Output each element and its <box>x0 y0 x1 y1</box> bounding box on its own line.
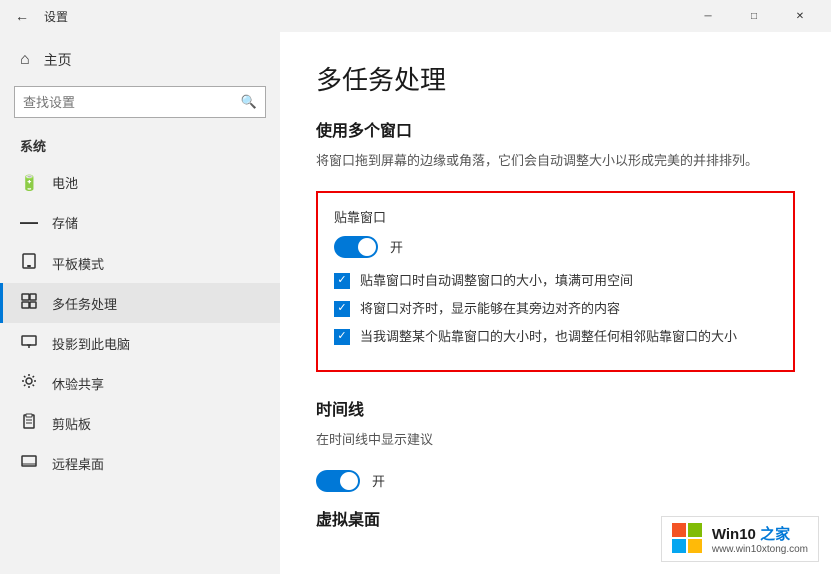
checkmark-icon: ✓ <box>337 303 346 314</box>
restore-button[interactable]: □ <box>731 0 777 32</box>
checkbox-label-2: 将窗口对齐时，显示能够在其旁边对齐的内容 <box>360 300 620 318</box>
project-icon <box>20 333 38 353</box>
checkbox-label-3: 当我调整某个贴靠窗口的大小时，也调整任何相邻贴靠窗口的大小 <box>360 328 737 346</box>
watermark-line1: Win10 之家 <box>712 523 808 544</box>
search-input[interactable] <box>23 95 241 110</box>
sidebar-item-project[interactable]: 投影到此电脑 <box>0 323 280 363</box>
sidebar-item-experience[interactable]: 休验共享 <box>0 363 280 403</box>
titlebar: ← 设置 ─ □ ✕ <box>0 0 831 32</box>
main-container: ⌂ 主页 🔍 系统 🔋 电池 — 存储 平板模式 <box>0 32 831 574</box>
restore-icon: □ <box>751 11 757 22</box>
sidebar-item-tablet[interactable]: 平板模式 <box>0 243 280 283</box>
sidebar-section-title: 系统 <box>0 132 280 163</box>
timeline-toggle-row: 开 <box>316 470 795 492</box>
snap-toggle-label: 开 <box>390 237 403 256</box>
watermark-text: Win10 之家 www.win10xtong.com <box>712 523 808 555</box>
sidebar-item-remote[interactable]: 远程桌面 <box>0 443 280 483</box>
timeline-toggle[interactable] <box>316 470 360 492</box>
sidebar-item-label: 电池 <box>52 173 78 192</box>
multitask-icon <box>20 293 38 313</box>
sidebar-item-label: 平板模式 <box>52 254 104 273</box>
titlebar-buttons: ─ □ ✕ <box>685 0 823 32</box>
checkbox-row-2: ✓ 将窗口对齐时，显示能够在其旁边对齐的内容 <box>334 300 777 318</box>
tablet-icon <box>20 253 38 273</box>
timeline-toggle-label: 开 <box>372 471 385 490</box>
sidebar-item-multitask[interactable]: 多任务处理 <box>0 283 280 323</box>
remote-icon <box>20 453 38 473</box>
content-area: 多任务处理 使用多个窗口 将窗口拖到屏幕的边缘或角落，它们会自动调整大小以形成完… <box>280 32 831 574</box>
sidebar-item-home[interactable]: ⌂ 主页 <box>0 40 280 80</box>
sidebar-item-clipboard[interactable]: 剪贴板 <box>0 403 280 443</box>
minimize-icon: ─ <box>704 11 711 22</box>
sidebar-item-label: 多任务处理 <box>52 294 117 313</box>
checkmark-icon: ✓ <box>337 331 346 342</box>
minimize-button[interactable]: ─ <box>685 0 731 32</box>
checkbox-row-3: ✓ 当我调整某个贴靠窗口的大小时，也调整任何相邻贴靠窗口的大小 <box>334 328 777 346</box>
snap-box-title: 贴靠窗口 <box>334 207 777 226</box>
page-title: 多任务处理 <box>316 60 795 97</box>
checkbox-row-1: ✓ 贴靠窗口时自动调整窗口的大小，填满可用空间 <box>334 272 777 290</box>
sidebar: ⌂ 主页 🔍 系统 🔋 电池 — 存储 平板模式 <box>0 32 280 574</box>
back-button[interactable]: ← <box>8 2 36 30</box>
checkbox-label-1: 贴靠窗口时自动调整窗口的大小，填满可用空间 <box>360 272 633 290</box>
checkbox-3[interactable]: ✓ <box>334 329 350 345</box>
storage-icon: — <box>20 212 38 233</box>
multi-window-desc: 将窗口拖到屏幕的边缘或角落，它们会自动调整大小以形成完美的并排排列。 <box>316 151 795 171</box>
snap-toggle[interactable] <box>334 236 378 258</box>
sidebar-item-storage[interactable]: — 存储 <box>0 202 280 243</box>
sidebar-item-battery[interactable]: 🔋 电池 <box>0 163 280 202</box>
windows-logo-icon <box>672 523 704 555</box>
close-button[interactable]: ✕ <box>777 0 823 32</box>
snap-toggle-row: 开 <box>334 236 777 258</box>
home-icon: ⌂ <box>20 51 30 69</box>
clipboard-icon <box>20 413 38 433</box>
sidebar-item-label: 投影到此电脑 <box>52 334 130 353</box>
sidebar-item-label: 存储 <box>52 213 78 232</box>
experience-icon <box>20 373 38 393</box>
sidebar-item-label: 远程桌面 <box>52 454 104 473</box>
search-box[interactable]: 🔍 <box>14 86 266 118</box>
timeline-title: 时间线 <box>316 396 795 420</box>
battery-icon: 🔋 <box>20 174 38 192</box>
watermark: Win10 之家 www.win10xtong.com <box>661 516 819 562</box>
close-icon: ✕ <box>796 11 804 22</box>
watermark-highlight: 之家 <box>760 526 790 543</box>
snap-box: 贴靠窗口 开 ✓ 贴靠窗口时自动调整窗口的大小，填满可用空间 ✓ 将窗口对齐时，… <box>316 191 795 373</box>
checkbox-2[interactable]: ✓ <box>334 301 350 317</box>
titlebar-title: 设置 <box>44 8 68 25</box>
checkmark-icon: ✓ <box>337 275 346 286</box>
checkbox-1[interactable]: ✓ <box>334 273 350 289</box>
search-icon: 🔍 <box>241 94 257 110</box>
sidebar-home-label: 主页 <box>44 50 72 70</box>
sidebar-item-label: 剪贴板 <box>52 414 91 433</box>
watermark-line2: www.win10xtong.com <box>712 544 808 555</box>
timeline-desc: 在时间线中显示建议 <box>316 430 795 450</box>
sidebar-item-label: 休验共享 <box>52 374 104 393</box>
multi-window-title: 使用多个窗口 <box>316 117 795 141</box>
